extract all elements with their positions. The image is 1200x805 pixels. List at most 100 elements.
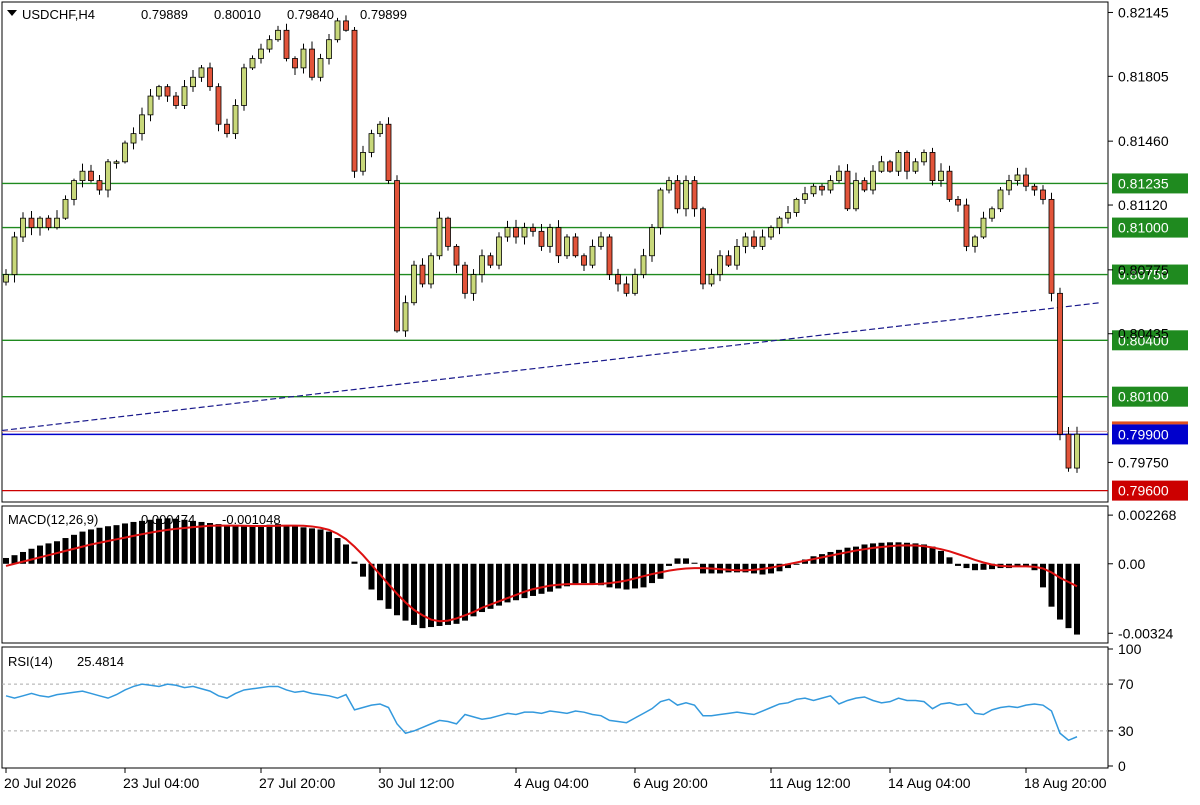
candle-bull <box>190 76 196 88</box>
candle-bull <box>589 245 596 266</box>
rsi-title: RSI(14) <box>8 654 53 669</box>
macd-bar <box>105 526 111 564</box>
x-tick-label: 4 Aug 04:00 <box>514 775 589 791</box>
y-tick-label: 0.79750 <box>1118 454 1169 470</box>
macd-bar <box>3 557 9 564</box>
macd-bar <box>207 523 213 564</box>
candle-bull <box>266 39 273 50</box>
candle-bull <box>232 105 239 135</box>
macd-bar <box>394 563 400 616</box>
macd-bar <box>113 525 120 564</box>
candle-bear <box>394 180 400 332</box>
macd-bar <box>819 554 825 564</box>
candle-bear <box>929 152 936 182</box>
macd-bar <box>37 545 43 564</box>
macd-bar <box>844 547 851 564</box>
candle-bull <box>130 133 137 144</box>
macd-bar <box>309 528 315 564</box>
y-tick-label: 0.82145 <box>1118 4 1169 20</box>
candle-bull <box>436 217 443 257</box>
macd-bar <box>598 563 604 586</box>
candle-bear <box>309 48 315 78</box>
macd-bar <box>139 520 145 564</box>
macd-bar <box>564 563 570 587</box>
candle-bull <box>776 217 783 228</box>
candle-bull <box>649 227 655 257</box>
candle-bear <box>88 170 94 182</box>
candle-bull <box>912 161 919 172</box>
candle-bull <box>1006 180 1012 191</box>
candle-bear <box>385 123 392 182</box>
y-tick-label: 0.80775 <box>1118 262 1169 278</box>
candle-bull <box>249 58 256 69</box>
macd-bar <box>870 543 876 564</box>
macd-bar <box>1048 563 1055 607</box>
macd-bar <box>241 526 247 564</box>
x-tick-label: 14 Aug 04:00 <box>888 775 971 791</box>
candle-bull <box>972 236 978 247</box>
macd-bar <box>1057 563 1063 620</box>
level-label: 0.79900 <box>1118 426 1169 442</box>
candle-bear <box>904 152 910 172</box>
macd-bar <box>955 563 961 566</box>
candle-bull <box>326 39 332 59</box>
candle-bull <box>275 29 281 41</box>
price-panel-frame <box>1 1 1109 503</box>
rsi-tick-label: 70 <box>1118 676 1134 692</box>
macd-bar <box>411 563 417 625</box>
candle-bear <box>887 161 893 172</box>
macd-bar <box>360 563 366 577</box>
candle-bull <box>708 274 715 285</box>
ohlc-high: 0.80010 <box>214 7 261 22</box>
candle-bear <box>487 255 494 266</box>
macd-bar <box>453 563 460 624</box>
candle-bear <box>963 204 970 247</box>
candle-bear <box>700 208 706 285</box>
candle-bull <box>62 198 69 219</box>
trading-chart: 0.812350.810000.807500.804000.801000.799… <box>1 1 1188 791</box>
candle-bull <box>734 245 740 266</box>
candle-bull <box>198 67 205 78</box>
macd-bar <box>836 549 842 564</box>
rsi-tick-label: 0 <box>1118 758 1126 774</box>
candle-bear <box>844 170 851 210</box>
y-tick-label: 0.80435 <box>1118 326 1169 342</box>
macd-bar <box>972 563 978 571</box>
x-tick-label: 20 Jul 2026 <box>4 775 77 791</box>
candle-bear <box>1057 292 1063 435</box>
macd-bar <box>334 538 341 564</box>
candle-bull <box>802 193 808 200</box>
macd-bar <box>683 558 689 564</box>
candle-bull <box>334 20 341 41</box>
candle-bull <box>479 255 485 275</box>
level-label: 0.79600 <box>1118 483 1169 499</box>
candle-bear <box>691 180 698 210</box>
macd-bar <box>198 521 205 564</box>
candle-bear <box>173 95 179 106</box>
macd-bar <box>538 563 545 594</box>
candle-bull <box>759 236 766 247</box>
macd-bar <box>300 527 307 564</box>
candle-bear <box>96 180 103 191</box>
macd-bar <box>632 563 638 589</box>
candle-bull <box>37 217 43 228</box>
macd-bar <box>28 548 35 564</box>
macd-tick-label: 0.00 <box>1118 556 1145 572</box>
candle-bear <box>462 264 468 294</box>
candle-bear <box>45 217 52 228</box>
rsi-tick-label: 100 <box>1118 641 1142 657</box>
candle-bear <box>292 58 298 69</box>
candle-bear <box>1065 433 1072 469</box>
candle-bull <box>54 217 60 228</box>
candle-bull <box>402 302 409 332</box>
macd-bar <box>470 563 477 617</box>
candle-bear <box>581 255 587 266</box>
macd-signal-value: -0.001048 <box>222 512 281 527</box>
macd-bar <box>377 563 383 601</box>
symbol-label[interactable]: USDCHF,H4 <box>22 7 95 22</box>
candle-bull <box>683 180 689 210</box>
macd-bar <box>980 563 987 570</box>
candle-bull <box>360 152 366 172</box>
x-tick-label: 30 Jul 12:00 <box>378 775 454 791</box>
candle-bull <box>632 274 638 294</box>
